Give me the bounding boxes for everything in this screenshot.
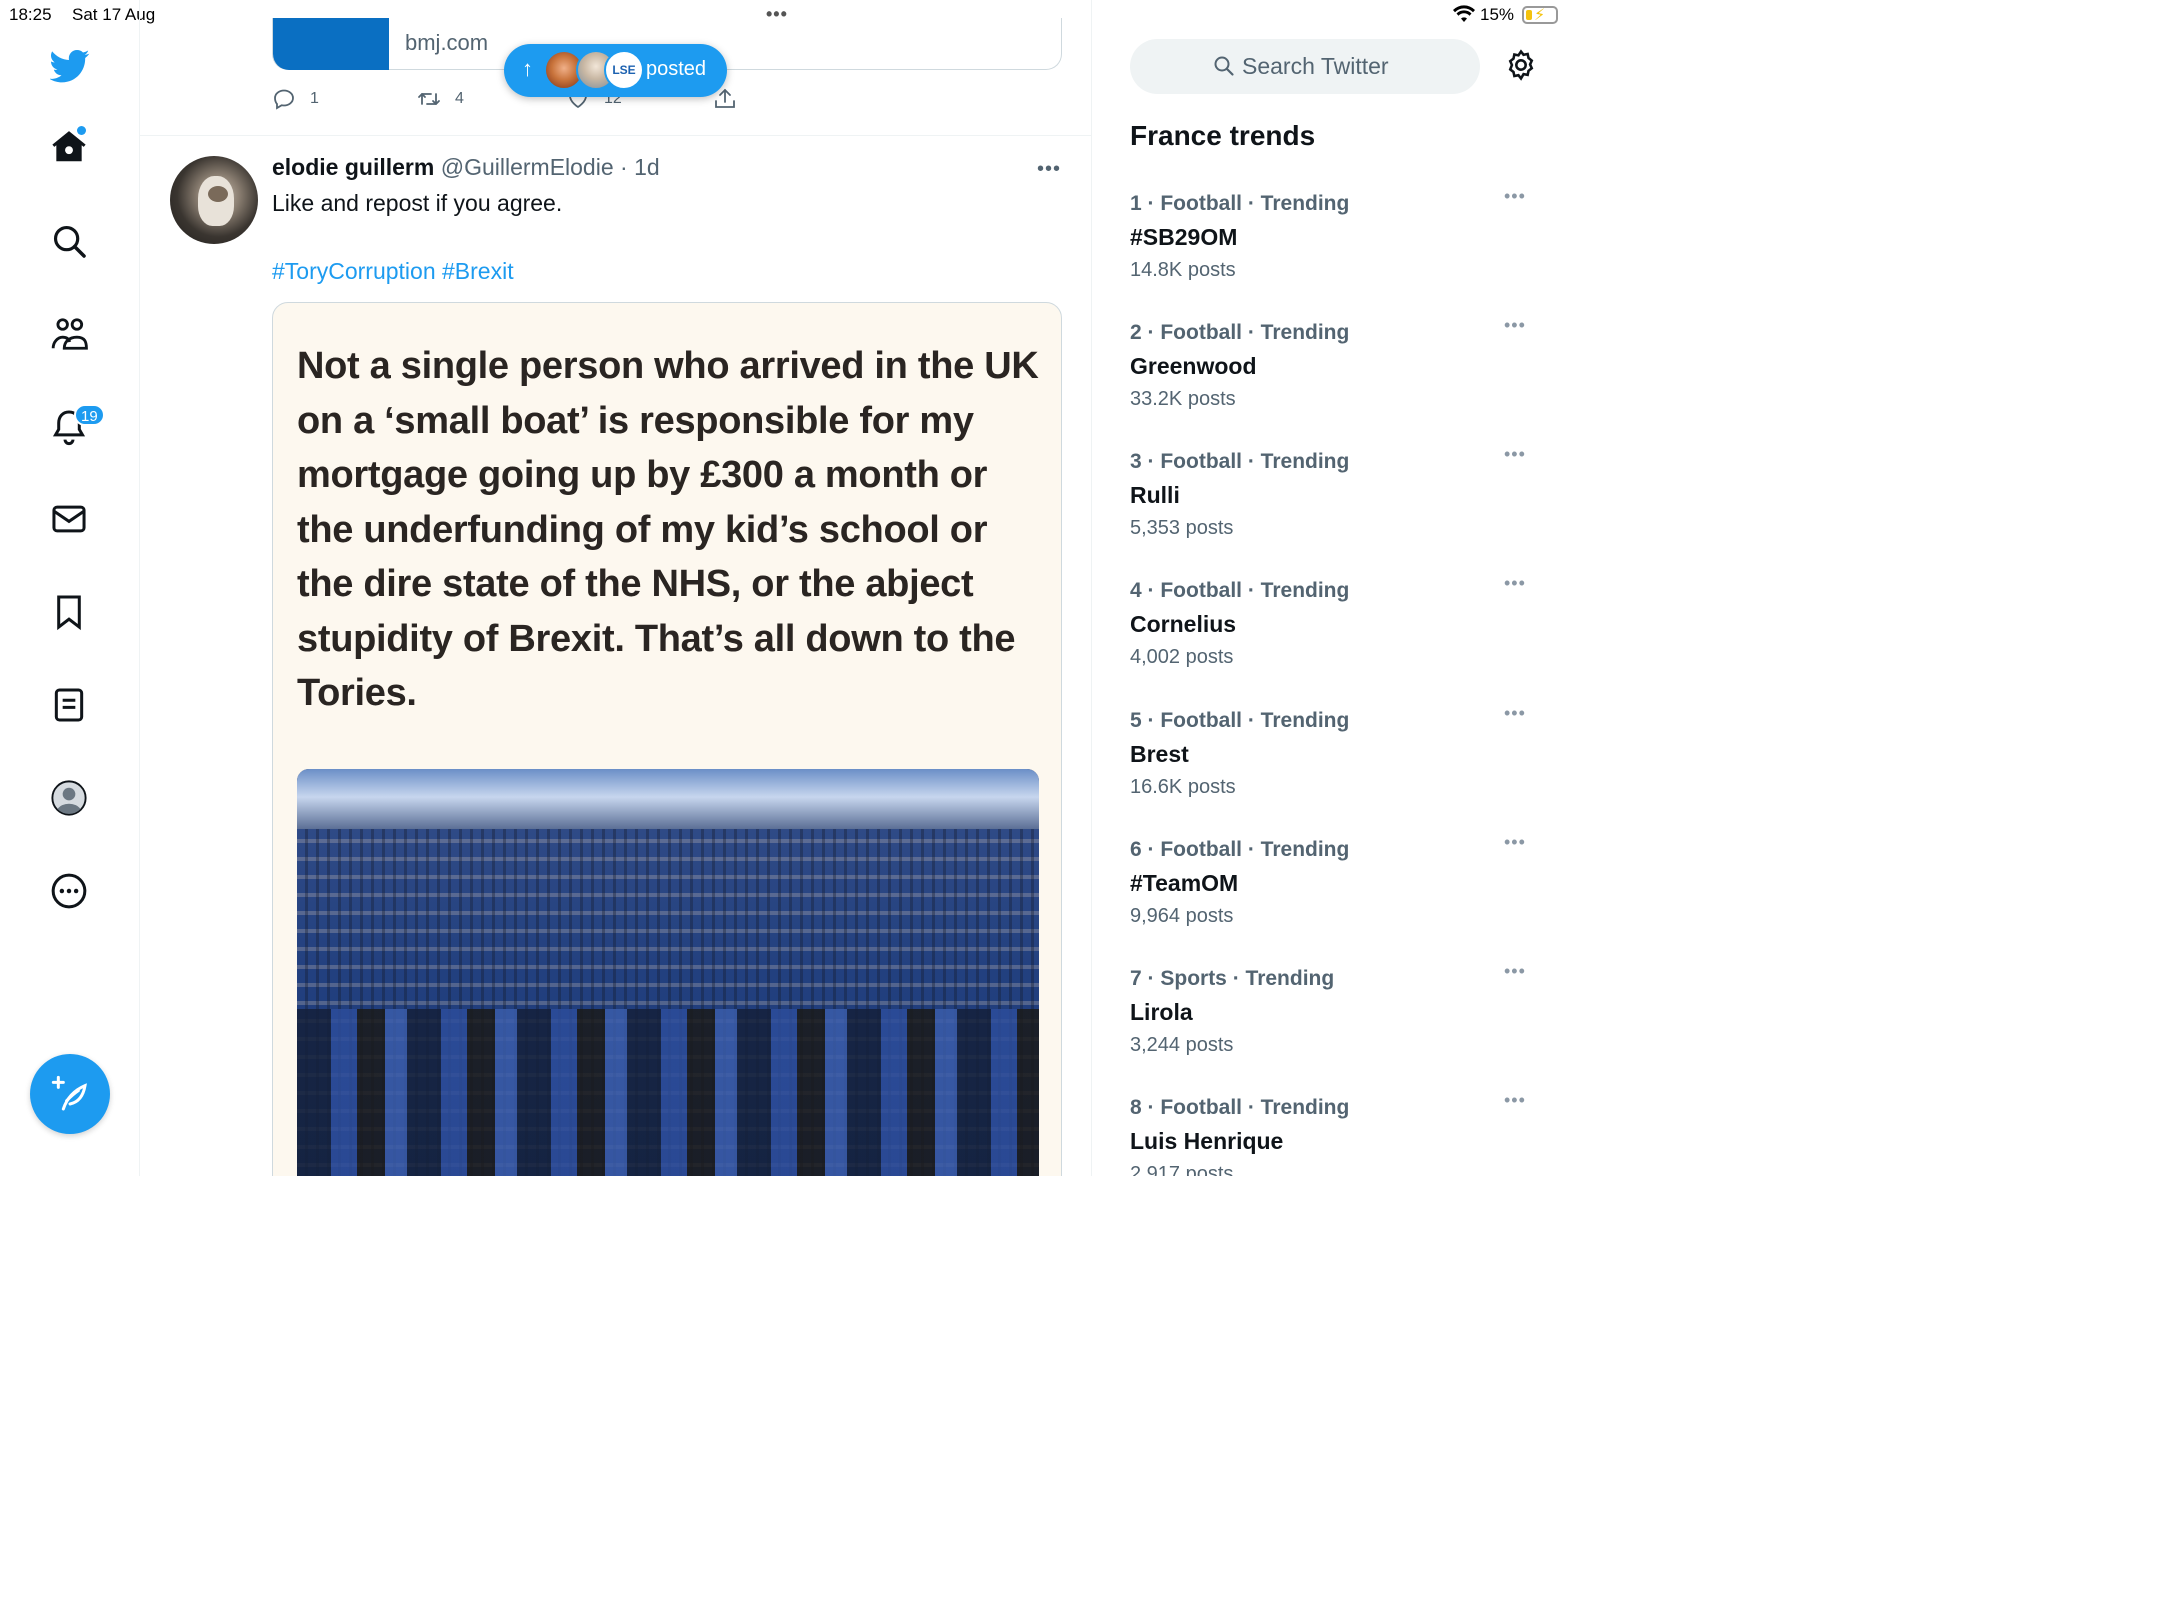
link-preview-domain: bmj.com	[405, 30, 489, 55]
trend-item[interactable]: 2 · Football · Trending Greenwood 33.2K …	[1130, 315, 1550, 431]
trend-category: Football · Trending	[1160, 450, 1350, 473]
trend-more-icon[interactable]: •••	[1504, 1096, 1526, 1111]
tweet-author-handle[interactable]: @GuillermElodie	[441, 154, 614, 180]
trend-posts: 33.2K posts	[1130, 388, 1236, 410]
tweet-header: elodie guillerm @GuillermElodie · 1d	[272, 154, 660, 181]
trend-category: Football · Trending	[1160, 709, 1350, 732]
trend-category: Sports · Trending	[1160, 967, 1335, 990]
profile-avatar-icon[interactable]	[50, 779, 88, 817]
trend-posts: 16.6K posts	[1130, 776, 1236, 798]
trend-posts: 2,917 posts	[1130, 1163, 1234, 1176]
trend-more-icon[interactable]: •••	[1504, 186, 1526, 207]
trend-name: Greenwood	[1130, 353, 1257, 379]
trend-name: #TeamOM	[1130, 870, 1239, 896]
trend-rank: 6	[1130, 838, 1142, 861]
trend-category: Football · Trending	[1160, 838, 1350, 861]
trend-name: Lirola	[1130, 999, 1193, 1025]
trend-rank: 4	[1130, 579, 1142, 602]
settings-gear-icon[interactable]	[1504, 48, 1538, 82]
search-twitter-input[interactable]: Search Twitter	[1130, 39, 1480, 94]
trend-posts: 4,002 posts	[1130, 646, 1234, 668]
trend-category: Football · Trending	[1160, 1096, 1350, 1119]
twitter-logo-icon[interactable]	[49, 46, 90, 86]
arrow-up-icon: ↑	[522, 56, 533, 81]
tweet-hashtags[interactable]: #ToryCorruption #Brexit	[272, 258, 514, 285]
tweet-divider	[140, 135, 1091, 136]
trends-title: France trends	[1130, 120, 1316, 151]
new-posts-label: posted	[646, 58, 707, 80]
compose-tweet-button[interactable]	[30, 1054, 110, 1134]
reply-button[interactable]: 1	[272, 86, 319, 112]
trend-more-icon[interactable]: •••	[1504, 832, 1526, 853]
crowd-photo	[297, 769, 1039, 1176]
trend-posts: 9,964 posts	[1130, 905, 1234, 927]
search-placeholder: Search Twitter	[1242, 53, 1389, 79]
right-sidebar: Search Twitter France trends 1 · Footbal…	[1092, 0, 1568, 1176]
compose-feather-icon	[51, 1075, 87, 1111]
trend-item[interactable]: 8 · Football · Trending Luis Henrique 2,…	[1130, 1096, 1550, 1176]
lists-icon[interactable]	[50, 686, 88, 724]
retweet-count: 4	[455, 90, 464, 107]
trend-posts: 14.8K posts	[1130, 259, 1236, 281]
bookmarks-icon[interactable]	[50, 593, 88, 631]
trend-more-icon[interactable]: •••	[1504, 703, 1526, 724]
trend-more-icon[interactable]: •••	[1504, 315, 1526, 336]
reply-icon	[274, 89, 294, 110]
trend-posts: 3,244 posts	[1130, 1034, 1234, 1056]
trend-item[interactable]: 4 · Football · Trending Cornelius 4,002 …	[1130, 573, 1550, 689]
trend-item[interactable]: 5 · Football · Trending Brest 16.6K post…	[1130, 703, 1550, 819]
search-icon[interactable]	[50, 222, 88, 260]
messages-mail-icon[interactable]	[50, 500, 88, 538]
trend-rank: 5	[1130, 709, 1142, 732]
notifications-badge: 19	[74, 404, 105, 426]
trend-name: Luis Henrique	[1130, 1128, 1284, 1154]
more-options-icon[interactable]	[50, 872, 88, 910]
retweet-button[interactable]: 4	[417, 86, 464, 112]
tweet-author-avatar[interactable]	[170, 156, 258, 244]
trend-more-icon[interactable]: •••	[1504, 961, 1526, 982]
retweet-icon	[418, 93, 440, 105]
trend-category: Football · Trending	[1160, 192, 1350, 215]
tweet-text: Like and repost if you agree.	[272, 190, 563, 216]
tweet-author-name[interactable]: elodie guillerm	[272, 154, 434, 180]
trend-rank: 1	[1130, 192, 1142, 215]
trend-rank: 8	[1130, 1096, 1142, 1119]
trend-item[interactable]: 3 · Football · Trending Rulli 5,353 post…	[1130, 444, 1550, 560]
trend-item[interactable]: 1 · Football · Trending #SB29OM 14.8K po…	[1130, 186, 1550, 302]
trend-name: Brest	[1130, 741, 1189, 767]
trend-more-icon[interactable]: •••	[1504, 573, 1526, 594]
trend-item[interactable]: 6 · Football · Trending #TeamOM 9,964 po…	[1130, 832, 1550, 948]
trend-rank: 7	[1130, 967, 1142, 990]
left-nav: 19	[0, 0, 140, 1176]
trend-rank: 2	[1130, 321, 1142, 344]
tweet-media-image[interactable]: Not a single person who arrived in the U…	[272, 302, 1062, 1176]
trend-name: Rulli	[1130, 482, 1180, 508]
trend-more-icon[interactable]: •••	[1504, 444, 1526, 465]
tweet-more-icon[interactable]: •••	[1037, 158, 1061, 181]
trend-rank: 3	[1130, 450, 1142, 473]
search-icon	[1214, 56, 1234, 76]
timeline-feed: bmj.com 1 4 12 ↑ LSE posted elodie guill…	[140, 0, 1092, 1176]
trend-item[interactable]: 7 · Sports · Trending Lirola 3,244 posts…	[1130, 961, 1550, 1077]
trend-posts: 5,353 posts	[1130, 517, 1234, 539]
trend-name: #SB29OM	[1130, 224, 1238, 250]
communities-icon[interactable]	[50, 315, 88, 353]
home-unread-dot	[77, 126, 86, 135]
reply-count: 1	[310, 90, 319, 107]
media-quote-text: Not a single person who arrived in the U…	[297, 345, 1039, 714]
tweet-timestamp[interactable]: · 1d	[620, 154, 660, 180]
link-preview-thumbnail	[273, 18, 389, 70]
poster-avatar: LSE	[604, 50, 644, 90]
trend-name: Cornelius	[1130, 611, 1237, 637]
new-posts-pill[interactable]: ↑ LSE posted	[504, 44, 727, 97]
trend-category: Football · Trending	[1160, 321, 1350, 344]
trend-category: Football · Trending	[1160, 579, 1350, 602]
